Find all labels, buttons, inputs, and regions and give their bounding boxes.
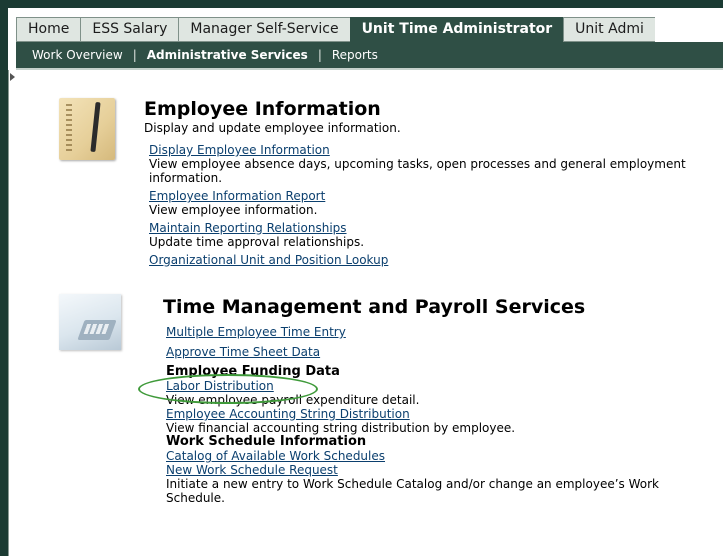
- display-employee-information-link[interactable]: Display Employee Information: [149, 143, 709, 157]
- subnav-divider: [16, 68, 723, 70]
- expand-panel-arrow-icon[interactable]: [10, 73, 15, 81]
- multiple-employee-time-entry-link[interactable]: Multiple Employee Time Entry: [166, 325, 716, 339]
- employee-funding-data-heading: Employee Funding Data: [166, 364, 340, 379]
- subnav-work-overview[interactable]: Work Overview: [32, 48, 123, 62]
- window-frame-left: [0, 0, 8, 556]
- time-management-list: Multiple Employee Time Entry Approve Tim…: [166, 325, 716, 505]
- sub-navigation: Work Overview | Administrative Services | Re…: [16, 42, 723, 68]
- calculator-icon: [59, 294, 121, 350]
- approve-time-sheet-data-link[interactable]: Approve Time Sheet Data: [166, 345, 716, 359]
- link-description: View employee payroll expenditure detail…: [166, 393, 420, 407]
- employee-information-report-link[interactable]: Employee Information Report: [149, 189, 709, 203]
- top-tab-bar: Home ESS Salary Manager Self-Service Uni…: [16, 17, 723, 42]
- frame-divider: [8, 70, 9, 556]
- subnav-separator: |: [317, 48, 322, 62]
- link-description: View employee information.: [149, 203, 318, 217]
- organizational-unit-position-lookup-link[interactable]: Organizational Unit and Position Lookup: [149, 253, 709, 267]
- link-description: View financial accounting string distrib…: [166, 421, 516, 435]
- tab-home[interactable]: Home: [16, 17, 81, 42]
- tab-unit-admin[interactable]: Unit Admi: [563, 17, 655, 42]
- link-description: View employee absence days, upcoming tas…: [149, 157, 686, 185]
- link-description: Initiate a new entry to Work Schedule Ca…: [166, 477, 659, 505]
- work-schedule-information-heading: Work Schedule Information: [166, 434, 367, 449]
- list-item: Organizational Unit and Position Lookup: [149, 253, 709, 267]
- subnav-reports[interactable]: Reports: [332, 48, 378, 62]
- subnav-separator: |: [132, 48, 137, 62]
- list-item: Employee Information Report View employe…: [149, 189, 709, 217]
- window-frame-top: [0, 0, 723, 8]
- employee-information-subtitle: Display and update employee information.: [144, 121, 401, 135]
- time-management-title: Time Management and Payroll Services: [163, 296, 586, 318]
- tab-unit-time-administrator[interactable]: Unit Time Administrator: [349, 17, 564, 42]
- pen-icon: [90, 101, 101, 153]
- calculator-keys: [77, 320, 117, 340]
- notebook-spiral: [66, 104, 72, 154]
- employee-accounting-string-distribution-link[interactable]: Employee Accounting String Distribution: [166, 407, 716, 421]
- list-item: Maintain Reporting Relationships Update …: [149, 221, 709, 249]
- employee-information-list: Display Employee Information View employ…: [149, 143, 709, 271]
- new-work-schedule-request-link[interactable]: New Work Schedule Request: [166, 463, 716, 477]
- tab-ess-salary[interactable]: ESS Salary: [80, 17, 179, 42]
- maintain-reporting-relationships-link[interactable]: Maintain Reporting Relationships: [149, 221, 709, 235]
- subnav-administrative-services[interactable]: Administrative Services: [147, 48, 308, 62]
- labor-distribution-link[interactable]: Labor Distribution: [166, 379, 716, 393]
- notebook-icon: [59, 98, 115, 160]
- catalog-available-work-schedules-link[interactable]: Catalog of Available Work Schedules: [166, 449, 716, 463]
- employee-information-title: Employee Information: [144, 98, 381, 120]
- link-description: Update time approval relationships.: [149, 235, 365, 249]
- tab-manager-self-service[interactable]: Manager Self-Service: [178, 17, 350, 42]
- list-item: Display Employee Information View employ…: [149, 143, 709, 185]
